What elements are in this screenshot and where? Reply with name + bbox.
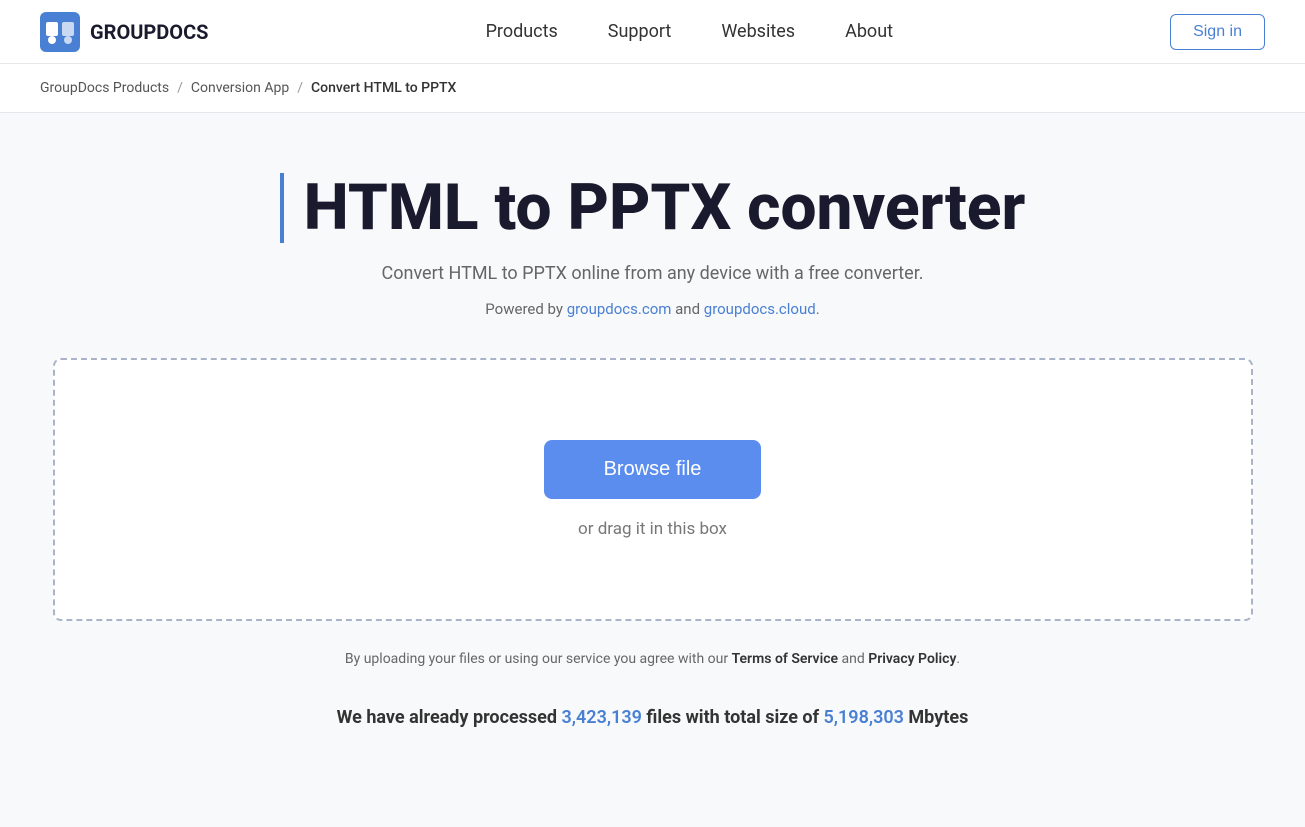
breadcrumb-current: Convert HTML to PPTX bbox=[311, 80, 456, 96]
terms-of-service-link[interactable]: Terms of Service bbox=[732, 651, 838, 667]
subtitle: Convert HTML to PPTX online from any dev… bbox=[382, 263, 924, 284]
powered-by-suffix: . bbox=[816, 300, 820, 318]
powered-by-and: and bbox=[671, 300, 703, 318]
terms-text: By uploading your files or using our ser… bbox=[345, 651, 960, 667]
stats-files-count: 3,423,139 bbox=[562, 707, 642, 728]
stats-suffix: Mbytes bbox=[904, 707, 968, 728]
header: GROUPDOCS Products Support Websites Abou… bbox=[0, 0, 1305, 64]
stats-prefix: We have already processed bbox=[337, 707, 562, 728]
powered-by: Powered by groupdocs.com and groupdocs.c… bbox=[485, 300, 819, 318]
powered-by-prefix: Powered by bbox=[485, 300, 566, 318]
terms-and: and bbox=[838, 651, 868, 667]
groupdocs-com-link[interactable]: groupdocs.com bbox=[567, 300, 672, 318]
stats-middle: files with total size of bbox=[642, 707, 824, 728]
terms-prefix: By uploading your files or using our ser… bbox=[345, 651, 732, 667]
nav-websites[interactable]: Websites bbox=[721, 21, 795, 42]
breadcrumb-app[interactable]: Conversion App bbox=[191, 80, 289, 96]
main-nav: Products Support Websites About bbox=[486, 21, 893, 42]
drag-text: or drag it in this box bbox=[578, 519, 727, 539]
stats-size-count: 5,198,303 bbox=[824, 707, 904, 728]
breadcrumb: GroupDocs Products / Conversion App / Co… bbox=[0, 64, 1305, 113]
logo-text: GROUPDOCS bbox=[90, 20, 209, 44]
main-content: HTML to PPTX converter Convert HTML to P… bbox=[0, 113, 1305, 768]
nav-support[interactable]: Support bbox=[608, 21, 672, 42]
nav-products[interactable]: Products bbox=[486, 21, 558, 42]
page-title: HTML to PPTX converter bbox=[280, 173, 1026, 243]
breadcrumb-sep-1: / bbox=[177, 80, 183, 96]
sign-in-button[interactable]: Sign in bbox=[1170, 14, 1265, 50]
privacy-policy-link[interactable]: Privacy Policy bbox=[868, 651, 956, 667]
drop-zone[interactable]: Browse file or drag it in this box bbox=[53, 358, 1253, 621]
stats: We have already processed 3,423,139 file… bbox=[337, 707, 969, 728]
logo-icon bbox=[40, 12, 80, 52]
logo[interactable]: GROUPDOCS bbox=[40, 12, 209, 52]
breadcrumb-sep-2: / bbox=[297, 80, 303, 96]
browse-file-button[interactable]: Browse file bbox=[544, 440, 762, 499]
terms-suffix: . bbox=[956, 651, 960, 667]
breadcrumb-root[interactable]: GroupDocs Products bbox=[40, 80, 169, 96]
groupdocs-cloud-link[interactable]: groupdocs.cloud bbox=[704, 300, 816, 318]
nav-about[interactable]: About bbox=[845, 21, 893, 42]
